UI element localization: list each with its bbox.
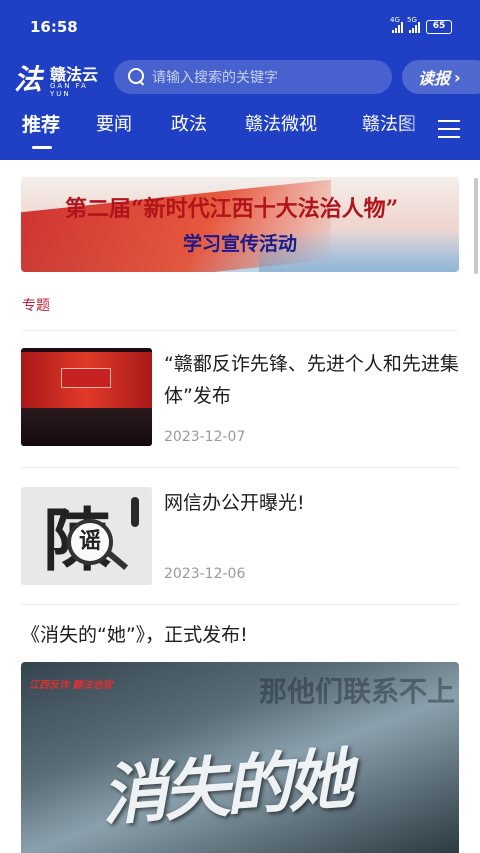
news-item[interactable]: “赣鄱反诈先锋、先进个人和先进集体”发布 2023-12-07	[21, 348, 459, 448]
tab-politics-law[interactable]: 政法	[171, 110, 207, 136]
feature-title[interactable]: 《消失的“她”》，正式发布!	[21, 620, 248, 647]
signal-icon: 5G	[407, 16, 420, 33]
thumb-person	[131, 497, 139, 527]
active-tab-indicator	[32, 146, 52, 149]
search-placeholder: 请输入搜索的关键字	[152, 70, 278, 86]
feature-video-cover[interactable]: 江西反诈 翻法治软 那他们联系不上 消失的她	[21, 662, 459, 853]
news-thumbnail: 陳 谣	[21, 487, 152, 585]
video-tag: 江西反诈 翻法治软	[29, 680, 113, 691]
news-thumbnail	[21, 348, 152, 446]
app-bar: 法 赣法云 GAN FA YUN 请输入搜索的关键字 读报 ›	[0, 58, 480, 100]
news-title: “赣鄱反诈先锋、先进个人和先进集体”发布	[164, 353, 459, 407]
status-bar: 16:58 4G 5G 65	[0, 0, 480, 52]
network-type-label: 5G	[407, 16, 417, 24]
tab-recommend[interactable]: 推荐	[22, 110, 60, 137]
network-type-label: 4G	[390, 16, 400, 24]
thumb-screen	[61, 368, 111, 388]
news-title: 网信办公开曝光!	[164, 492, 305, 514]
video-calligraphy-title: 消失的她	[98, 739, 352, 835]
news-date: 2023-12-06	[164, 566, 246, 582]
search-icon	[128, 68, 146, 86]
status-time: 16:58	[30, 18, 78, 36]
scrollbar[interactable]	[474, 178, 478, 274]
app-logo: 法 赣法云 GAN FA YUN	[14, 58, 110, 98]
logo-subtitle: GAN FA YUN	[50, 82, 88, 98]
banner-subtitle: 学习宣传活动	[182, 233, 297, 255]
divider	[21, 467, 459, 468]
video-background-text: 那他们联系不上	[259, 675, 456, 708]
logo-mark: 法	[14, 63, 43, 96]
divider	[21, 604, 459, 605]
promo-banner[interactable]: 第二届“新时代江西十大法治人物” 学习宣传活动	[21, 177, 459, 272]
news-date: 2023-12-07	[164, 429, 246, 445]
banner-title: 第二届“新时代江西十大法治人物”	[65, 196, 399, 222]
thumb-crowd	[21, 408, 152, 446]
section-label-topics: 专题	[22, 298, 50, 314]
chevron-right-icon: ›	[454, 67, 461, 87]
divider	[21, 330, 459, 331]
battery-icon: 65	[426, 20, 452, 34]
signal-icon: 4G	[390, 16, 403, 33]
tab-headlines[interactable]: 要闻	[96, 110, 132, 136]
read-newspaper-button[interactable]: 读报 ›	[402, 60, 480, 94]
menu-icon[interactable]	[438, 120, 460, 138]
news-item[interactable]: 陳 谣 网信办公开曝光! 2023-12-06	[21, 487, 459, 587]
tab-micro-video[interactable]: 赣法微视	[245, 110, 317, 136]
tab-fade	[400, 110, 434, 150]
read-button-label: 读报	[418, 69, 451, 88]
app-header: 16:58 4G 5G 65 法 赣法云 GAN FA YUN 请输入搜索的关键…	[0, 0, 480, 160]
search-input[interactable]: 请输入搜索的关键字	[114, 60, 392, 94]
channel-tabs: 推荐 要闻 政法 赣法微视 赣法图	[0, 110, 480, 152]
magnifier-icon: 谣	[67, 519, 113, 565]
status-icons: 4G 5G 65	[390, 16, 452, 34]
